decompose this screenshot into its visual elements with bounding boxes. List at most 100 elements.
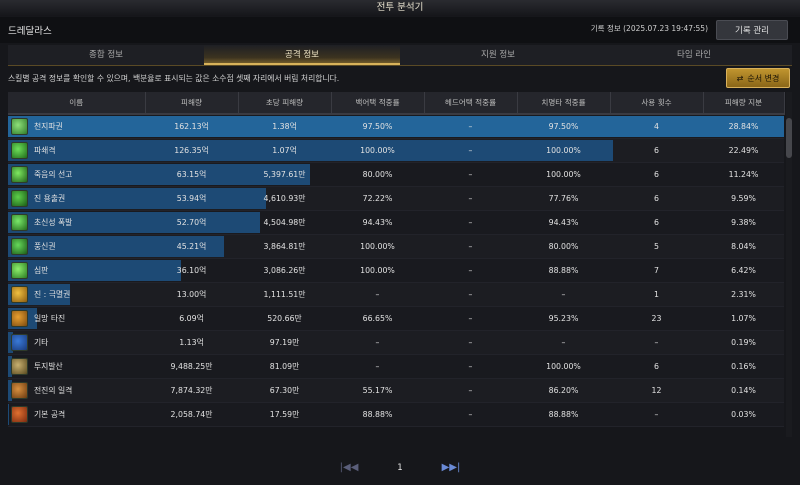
head-attack-value: –: [468, 194, 473, 203]
damage-value: 1.13억: [179, 338, 204, 347]
scrollbar-thumb[interactable]: [786, 118, 792, 158]
uses-value: 23: [651, 314, 662, 323]
back-attack-cell: 100.00%: [331, 138, 424, 163]
header-back-attack[interactable]: 백어택 적중률: [331, 92, 425, 115]
header-name[interactable]: 이름: [8, 92, 146, 115]
head-attack-value: –: [468, 218, 473, 227]
dps-cell: 1,111.51만: [238, 282, 331, 307]
table-row[interactable]: 심판 36.10억 3,086.26만 100.00% – 88.88% 7 6.42%: [8, 258, 784, 283]
head-attack-cell: –: [424, 258, 517, 283]
skill-name: 진 : 극멸권: [34, 290, 71, 299]
skill-name-cell: 풍신권: [8, 234, 145, 259]
crit-cell: 95.23%: [517, 306, 610, 331]
damage-share-bar: [8, 116, 145, 137]
share-cell: 22.49%: [703, 138, 784, 163]
share-value: 22.49%: [728, 146, 759, 155]
share-cell: 9.38%: [703, 210, 784, 235]
skill-icon-13: [11, 406, 28, 423]
share-value: 2.31%: [731, 290, 756, 299]
skill-icon-1: [11, 118, 28, 135]
table-row[interactable]: 초신성 폭발 52.70억 4,504.98만 94.43% – 94.43% 6 9.38%: [8, 210, 784, 235]
table-row[interactable]: 일망 타진 6.09억 520.66만 66.65% – 95.23% 23 1.07%: [8, 306, 784, 331]
head-attack-value: –: [468, 266, 473, 275]
table-row[interactable]: 풍신권 45.21억 3,864.81만 100.00% – 80.00% 5 8.04%: [8, 234, 784, 259]
head-attack-value: –: [468, 170, 473, 179]
share-cell: 8.04%: [703, 234, 784, 259]
last-page-icon[interactable]: ▶▶|: [442, 462, 461, 473]
tab-timeline[interactable]: 타임 라인: [596, 45, 792, 65]
head-attack-value: –: [468, 146, 473, 155]
crit-cell: –: [517, 330, 610, 355]
tab-attack[interactable]: 공격 정보: [204, 45, 400, 65]
damage-value: 2,058.74만: [170, 410, 213, 419]
dps-cell: 17.59만: [238, 402, 331, 427]
damage-share-bar: [610, 140, 613, 161]
header-crit[interactable]: 치명타 적중률: [517, 92, 611, 115]
damage-cell: 2,058.74만: [145, 402, 238, 427]
uses-cell: 1: [610, 282, 703, 307]
order-change-label: 순서 변경: [747, 74, 780, 83]
dps-value: 1.07억: [272, 146, 297, 155]
table-row[interactable]: 투지발산 9,488.25만 81.09만 – – 100.00% 6 0.16%: [8, 354, 784, 379]
damage-share-bar: [8, 404, 9, 425]
crit-cell: 100.00%: [517, 162, 610, 187]
header-damage[interactable]: 피해량: [145, 92, 239, 115]
share-cell: 6.42%: [703, 258, 784, 283]
uses-cell: 6: [610, 210, 703, 235]
pagination: |◀◀ 1 ▶▶|: [0, 462, 800, 480]
uses-cell: 12: [610, 378, 703, 403]
table-row[interactable]: 파쇄격 126.35억 1.07억 100.00% – 100.00% 6 22.49%: [8, 138, 784, 163]
tab-support[interactable]: 지원 정보: [400, 45, 596, 65]
damage-share-bar: [8, 212, 145, 233]
uses-value: 5: [654, 242, 659, 251]
damage-value: 7,874.32만: [170, 386, 213, 395]
header-head-attack[interactable]: 헤드어택 적중률: [424, 92, 518, 115]
head-attack-cell: –: [424, 330, 517, 355]
header-share[interactable]: 피해량 지분: [703, 92, 785, 115]
share-value: 0.03%: [731, 410, 756, 419]
window-title: 전투 분석기: [376, 2, 424, 13]
back-attack-value: 55.17%: [362, 386, 393, 395]
back-attack-value: 97.50%: [362, 122, 393, 131]
head-attack-cell: –: [424, 210, 517, 235]
share-value: 9.59%: [731, 194, 756, 203]
dps-cell: 1.07억: [238, 138, 331, 163]
order-change-button[interactable]: ⇄ 순서 변경: [726, 68, 790, 88]
damage-share-bar: [8, 260, 145, 281]
skill-name-cell: 파쇄격: [8, 138, 145, 163]
first-page-icon[interactable]: |◀◀: [340, 462, 359, 473]
crit-value: –: [561, 338, 566, 347]
damage-share-bar: [145, 260, 181, 281]
table-row[interactable]: 진 : 극멸권 13.00억 1,111.51만 – – – 1 2.31%: [8, 282, 784, 307]
share-value: 0.16%: [731, 362, 756, 371]
uses-value: 6: [654, 218, 659, 227]
header-uses[interactable]: 사용 횟수: [610, 92, 704, 115]
table-row[interactable]: 전진의 일격 7,874.32만 67.30만 55.17% – 86.20% 12 0.14…: [8, 378, 784, 403]
crit-cell: 88.88%: [517, 258, 610, 283]
dps-value: 3,086.26만: [263, 266, 306, 275]
back-attack-cell: 80.00%: [331, 162, 424, 187]
uses-cell: –: [610, 330, 703, 355]
back-attack-cell: 100.00%: [331, 234, 424, 259]
table-row[interactable]: 기타 1.13억 97.19만 – – – – 0.19%: [8, 330, 784, 355]
share-cell: 0.16%: [703, 354, 784, 379]
table-row[interactable]: 죽음의 선고 63.15억 5,397.61만 80.00% – 100.00% 6 11.2…: [8, 162, 784, 187]
share-cell: 0.14%: [703, 378, 784, 403]
table-row[interactable]: 진 용출권 53.94억 4,610.93만 72.22% – 77.76% 6 9.59%: [8, 186, 784, 211]
crit-cell: 100.00%: [517, 354, 610, 379]
tab-overview[interactable]: 종합 정보: [8, 45, 204, 65]
share-value: 0.19%: [731, 338, 756, 347]
uses-value: 6: [654, 146, 659, 155]
header-dps[interactable]: 초당 피해량: [238, 92, 332, 115]
damage-share-bar: [8, 236, 145, 257]
skill-icon-9: [11, 310, 28, 327]
dps-value: 81.09만: [269, 362, 300, 371]
table-row[interactable]: 천지파권 162.13억 1.38억 97.50% – 97.50% 4 28.84%: [8, 114, 784, 139]
description-text: 스킬별 공격 정보를 확인할 수 있으며, 백분율로 표시되는 값은 소수점 셋…: [8, 74, 340, 83]
table-row[interactable]: 기본 공격 2,058.74만 17.59만 88.88% – 88.88% – 0.03%: [8, 402, 784, 427]
record-manage-button[interactable]: 기록 관리: [716, 20, 788, 40]
share-cell: 2.31%: [703, 282, 784, 307]
crit-cell: –: [517, 282, 610, 307]
uses-value: 4: [654, 122, 659, 131]
skill-name-cell: 천지파권: [8, 114, 145, 139]
